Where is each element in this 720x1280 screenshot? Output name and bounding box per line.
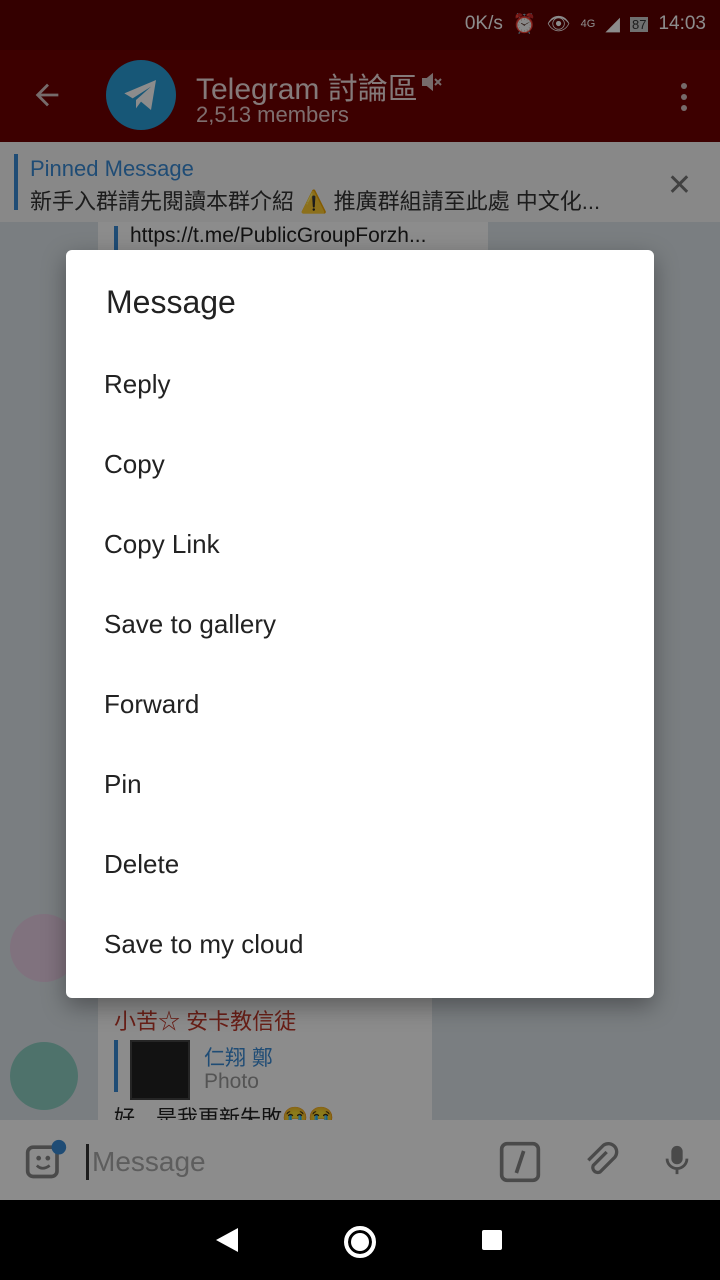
dialog-title: Message	[106, 284, 236, 320]
menu-item-label: Forward	[104, 689, 200, 719]
menu-item-label: Delete	[104, 849, 180, 879]
menu-item-label: Save to my cloud	[104, 929, 304, 959]
delete-option[interactable]: Delete	[66, 827, 654, 907]
message-context-dialog: Message Reply Copy Copy Link Save to gal…	[66, 250, 654, 998]
menu-item-label: Save to gallery	[104, 609, 276, 639]
system-navigation-bar	[0, 1200, 720, 1280]
forward-option[interactable]: Forward	[66, 667, 654, 747]
nav-home-icon[interactable]	[344, 1226, 376, 1258]
reply-option[interactable]: Reply	[66, 347, 654, 427]
menu-item-label: Copy Link	[104, 529, 220, 559]
copy-option[interactable]: Copy	[66, 427, 654, 507]
copy-link-option[interactable]: Copy Link	[66, 507, 654, 587]
save-to-cloud-option[interactable]: Save to my cloud	[66, 907, 654, 987]
nav-back-icon[interactable]	[214, 1226, 240, 1254]
pin-option[interactable]: Pin	[66, 747, 654, 827]
menu-item-label: Copy	[104, 449, 165, 479]
nav-recents-icon[interactable]	[482, 1230, 502, 1250]
save-to-gallery-option[interactable]: Save to gallery	[66, 587, 654, 667]
menu-item-label: Reply	[104, 369, 171, 399]
menu-item-label: Pin	[104, 769, 142, 799]
